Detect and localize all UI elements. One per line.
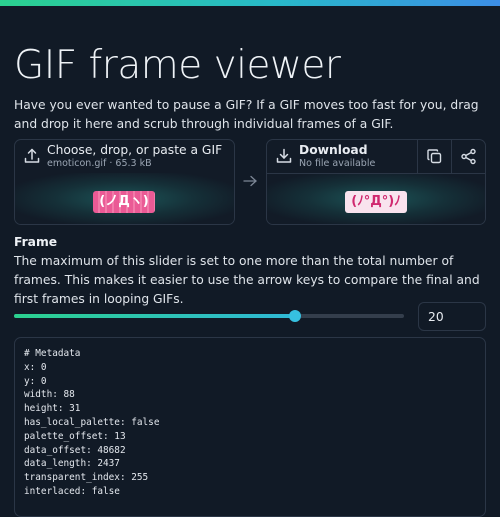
copy-icon — [427, 149, 442, 164]
frame-heading: Frame — [14, 235, 58, 249]
input-file-info: emoticon.gif · 65.3 kB — [47, 158, 152, 169]
input-card-header[interactable]: Choose, drop, or paste a GIF emoticon.gi… — [15, 140, 234, 173]
accent-bar — [0, 0, 500, 6]
page-title: GIF frame viewer — [14, 43, 341, 88]
frame-description: The maximum of this slider is set to one… — [14, 254, 480, 306]
slider-fill — [14, 314, 295, 318]
gif-output-panel: Download No file available (ﾉ°Д°)ﾉ — [266, 139, 486, 225]
input-gif-preview: (ノДヽ) — [93, 191, 155, 213]
frame-number-input[interactable] — [418, 302, 486, 331]
intro-text: Have you ever wanted to pause a GIF? If … — [14, 98, 479, 131]
share-button[interactable] — [451, 140, 485, 173]
metadata-line: has_local_palette: false — [24, 416, 160, 428]
frame-slider[interactable] — [14, 308, 404, 324]
copy-button[interactable] — [417, 140, 451, 173]
metadata-line: x: 0 — [24, 361, 47, 373]
download-label: Download — [299, 143, 368, 157]
metadata-line: data_offset: 48682 — [24, 444, 126, 456]
output-gif-preview: (ﾉ°Д°)ﾉ — [345, 191, 407, 213]
upload-icon — [24, 148, 40, 163]
metadata-line: transparent_index: 255 — [24, 472, 149, 484]
metadata-line: palette_offset: 13 — [24, 430, 126, 442]
slider-thumb[interactable] — [288, 310, 301, 322]
metadata-line: interlaced: false — [24, 485, 120, 497]
download-icon — [276, 148, 292, 163]
metadata-line: # Metadata — [24, 348, 81, 359]
metadata-line: width: 88 — [24, 389, 75, 401]
metadata-line: height: 31 — [24, 403, 81, 415]
metadata-panel: # Metadata x: 0 y: 0 width: 88 height: 3… — [14, 337, 486, 517]
metadata-line: data_length: 2437 — [24, 458, 120, 470]
output-card-header: Download No file available — [267, 140, 485, 174]
share-icon — [461, 148, 476, 165]
download-button[interactable]: Download No file available — [267, 140, 417, 173]
metadata-line: y: 0 — [24, 375, 47, 387]
gif-input-dropzone[interactable]: Choose, drop, or paste a GIF emoticon.gi… — [14, 139, 235, 225]
input-card-title: Choose, drop, or paste a GIF — [47, 143, 223, 157]
arrow-right-icon — [243, 175, 257, 187]
download-status: No file available — [299, 158, 376, 169]
